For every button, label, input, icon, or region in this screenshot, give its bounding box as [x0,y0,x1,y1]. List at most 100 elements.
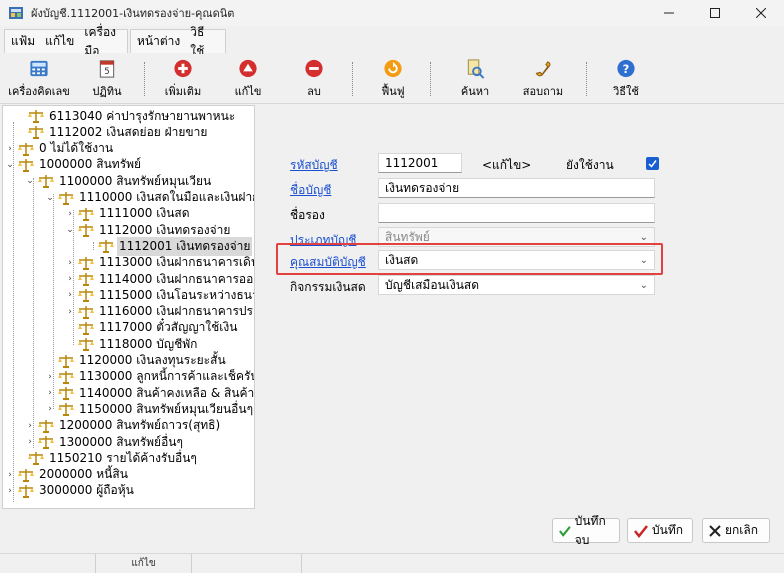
tree-node[interactable]: 1118000 บัญชีพัก [65,336,199,352]
save-close-button[interactable]: บันทึกจบ [552,514,620,547]
expand-icon[interactable]: › [45,401,55,417]
balance-scale-icon [58,370,74,384]
app-icon [9,7,23,19]
tree-node[interactable]: › 1200000 สินทรัพย์ถาวร(สุทธิ) [25,418,222,434]
menu-edit[interactable]: แก้ไข [45,32,74,51]
status-mode: แก้ไข [96,554,192,573]
maximize-icon [710,8,720,18]
minimize-button[interactable] [646,0,692,26]
cash-activity-select[interactable]: บัญชีเสมือนเงินสด ⌄ [378,275,655,295]
tree-node[interactable]: › 1111000 เงินสด [65,206,192,222]
search-button[interactable]: ค้นหา [442,56,508,100]
expand-icon[interactable]: › [45,385,55,401]
save-button[interactable]: บันทึก [627,518,693,543]
alias-input[interactable] [378,203,655,223]
tree-node[interactable]: 1120000 เงินลงทุนระยะสั้น [45,353,228,369]
tree-node[interactable]: 1112002 เงินสดย่อย ฝ่ายขาย [15,124,209,140]
save-close-label: บันทึกจบ [574,513,606,547]
tree-node[interactable]: › 3000000 ผู้ถือหุ้น [5,483,136,499]
expand-icon[interactable] [15,124,25,140]
collapse-icon[interactable]: ⌄ [45,190,55,206]
chevron-down-icon: ⌄ [639,231,648,243]
collapse-icon[interactable]: ⌄ [25,173,35,189]
tree-node[interactable]: › 1113000 เงินฝากธนาคารเดิน [65,255,254,271]
cancel-button[interactable]: ยกเลิก [702,518,770,543]
expand-icon[interactable] [65,336,75,352]
inquiry-button[interactable]: สอบถาม [510,56,576,100]
account-property-label: คุณสมบัติบัญชี [290,255,366,269]
collapse-icon[interactable]: ⌄ [65,222,75,238]
expand-icon[interactable] [15,450,25,466]
expand-icon[interactable]: › [5,467,15,483]
expand-icon[interactable] [45,353,55,369]
tree-node[interactable]: ⌄ 1000000 สินทรัพย์ [5,157,143,173]
cash-activity-value: บัญชีเสมือนเงินสด [385,277,480,292]
cancel-label: ยกเลิก [725,523,759,537]
tree-node[interactable]: › 0 ไม่ได้ใช้งาน [5,141,115,157]
checkmark-icon [559,525,571,537]
balance-scale-icon [58,191,74,205]
telephone-icon [535,61,551,77]
checkmark-icon [648,160,657,168]
calendar-label: ปฏิทิน [92,85,122,98]
tree-node[interactable]: ⌄ 1100000 สินทรัพย์หมุนเวียน [25,173,213,189]
menu-bar: แฟ้ม แก้ไข เครื่องมือ หน้าต่าง วิธีใช้ [0,25,784,58]
help-label: วิธีใช้ [613,85,639,98]
expand-icon[interactable] [65,320,75,336]
tree-node[interactable]: ⌄ 1112000 เงินทดรองจ่าย [65,222,232,238]
close-button[interactable] [738,0,784,26]
expand-icon[interactable]: › [25,434,35,450]
calculator-icon [30,60,48,77]
expand-icon[interactable]: › [65,287,75,303]
menu-window[interactable]: หน้าต่าง [137,32,180,51]
expand-icon[interactable]: › [65,206,75,222]
tree-node[interactable]: 6113040 ค่าปารุงรักษายานพาหนะ [15,108,237,124]
account-property-select[interactable]: เงินสด ⌄ [378,250,655,270]
account-tree[interactable]: 6113040 ค่าปารุงรักษายานพาหนะ 1112002 เงิ… [2,105,255,509]
tree-node[interactable]: › 1150000 สินทรัพย์หมุนเวียนอื่นๆ [45,401,254,417]
toolbar-separator [586,62,588,96]
edit-button[interactable]: แก้ไข [215,56,281,100]
balance-scale-icon [58,354,74,368]
tree-node[interactable]: 1150210 รายได้ค้างรับอื่นๆ [15,450,199,466]
add-button[interactable]: เพิ่มเติม [150,56,216,100]
tree-guide-line [13,122,14,502]
expand-icon[interactable]: › [45,369,55,385]
expand-icon[interactable]: › [25,418,35,434]
expand-icon[interactable]: › [5,141,15,157]
expand-icon[interactable] [85,238,95,254]
expand-icon[interactable]: › [65,271,75,287]
tree-node[interactable]: › 1130000 ลูกหนี้การค้าและเช็ครับ [45,369,254,385]
tree-node[interactable]: › 1116000 เงินฝากธนาคารประ [65,304,254,320]
balance-scale-icon [28,126,44,140]
collapse-icon[interactable]: ⌄ [5,157,15,173]
balance-scale-icon [18,468,34,482]
active-checkbox[interactable] [646,157,659,170]
expand-icon[interactable]: › [5,483,15,499]
calendar-button[interactable]: 5 ปฏิทิน [74,56,140,100]
balance-scale-icon [78,273,94,286]
expand-icon[interactable] [15,108,25,124]
tree-node[interactable]: ⌄ 1110000 เงินสดในมือและเงินฝาก [45,190,254,206]
tree-node[interactable]: › 1300000 สินทรัพย์อื่นๆ [25,434,185,450]
balance-scale-icon [58,387,74,401]
tree-node[interactable]: 1117000 ตั๋วสัญญาใช้เงิน [65,320,239,336]
name-label: ชื่อบัญชี [290,183,332,197]
expand-icon[interactable]: › [65,304,75,320]
delete-button[interactable]: ลบ [281,56,347,100]
maximize-button[interactable] [692,0,738,26]
expand-icon[interactable]: › [65,255,75,271]
name-input[interactable]: เงินทดรองจ่าย [378,178,655,198]
tree-node[interactable]: › 1115000 เงินโอนระหว่างธนา [65,287,254,303]
calculator-button[interactable]: เครื่องคิดเลข [6,56,72,100]
tree-node[interactable]: › 2000000 หนี้สิน [5,467,130,483]
search-label: ค้นหา [460,85,490,98]
tree-node[interactable]: 1112001 เงินทดรองจ่าย [85,236,253,256]
help-button[interactable]: ? วิธีใช้ [593,56,659,100]
restore-button[interactable]: ฟื้นฟู [360,56,426,100]
menu-file[interactable]: แฟ้ม [11,32,35,51]
tree-node[interactable]: › 1140000 สินค้าคงเหลือ & สินค้า [45,385,254,401]
tree-node[interactable]: › 1114000 เงินฝากธนาคารออ [65,271,254,287]
balance-scale-icon [98,240,114,254]
code-input[interactable]: 1112001 [378,153,462,173]
